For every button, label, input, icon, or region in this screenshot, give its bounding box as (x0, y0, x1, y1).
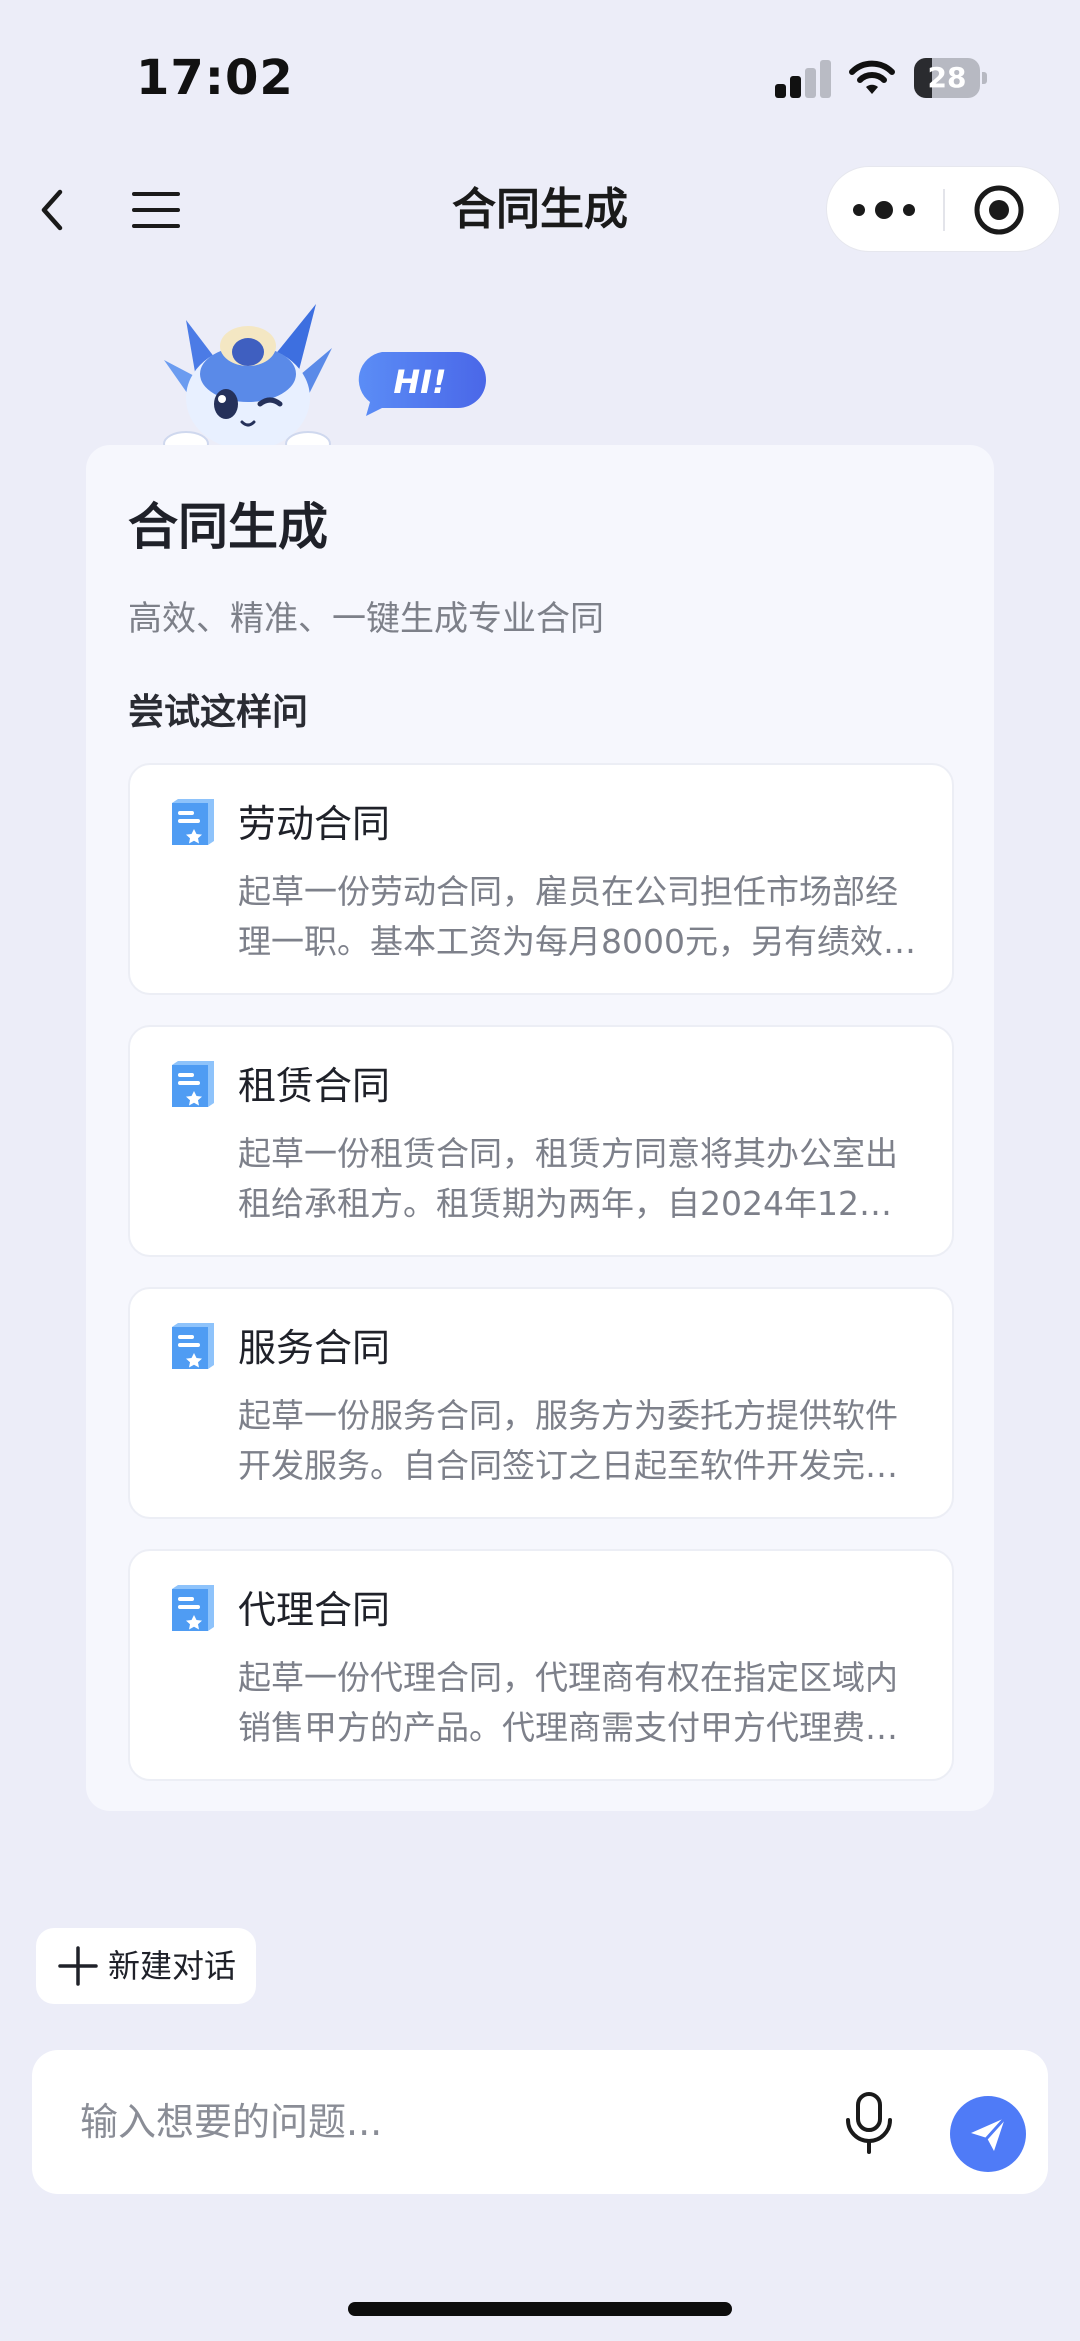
suggestion-description: 起草一份租赁合同，租赁方同意将其办公室出 租给承租方。租赁期为两年，自2024年… (238, 1134, 918, 1223)
battery-icon: 28 (914, 58, 987, 98)
chat-input-bar (32, 2050, 1048, 2194)
suggestion-item-agency-contract[interactable]: 代理合同 起草一份代理合同，代理商有权在指定区域内 销售甲方的产品。代理商需支付… (128, 1549, 954, 1781)
mascot-image (163, 304, 332, 457)
mini-program-capsule (826, 166, 1060, 252)
question-input[interactable] (80, 2086, 820, 2158)
suggestion-title: 劳动合同 (238, 802, 391, 846)
document-icon (172, 1323, 214, 1369)
suggestion-description: 起草一份劳动合同，雇员在公司担任市场部经 理一职。基本工资为每月8000元，另有… (238, 872, 918, 961)
greeting-text: HI! (393, 363, 446, 401)
document-icon (172, 799, 214, 845)
microphone-icon[interactable] (838, 2090, 900, 2156)
more-icon[interactable] (845, 180, 923, 240)
card-title: 合同生成 (128, 498, 328, 556)
home-indicator (348, 2302, 732, 2316)
card-subtitle: 高效、精准、一键生成专业合同 (128, 599, 604, 639)
suggestions-heading: 尝试这样问 (128, 692, 309, 733)
back-icon[interactable] (24, 180, 84, 240)
suggestion-description: 起草一份服务合同，服务方为委托方提供软件 开发服务。自合同签订之日起至软件开发完… (238, 1396, 918, 1485)
page-title: 合同生成 (452, 184, 628, 235)
intro-card: 合同生成 高效、精准、一键生成专业合同 尝试这样问 劳动合同 起草一份劳动合同，… (86, 445, 994, 1811)
status-bar: 17:02 28 (0, 0, 1080, 160)
signal-icon (775, 60, 833, 98)
suggestion-title: 代理合同 (238, 1588, 391, 1632)
suggestion-item-lease-contract[interactable]: 租赁合同 起草一份租赁合同，租赁方同意将其办公室出 租给承租方。租赁期为两年，自… (128, 1025, 954, 1257)
navigation-bar: 合同生成 (0, 160, 1080, 260)
plus-icon (58, 1946, 98, 1986)
suggestion-title: 租赁合同 (238, 1064, 391, 1108)
new-chat-label: 新建对话 (108, 1947, 237, 1985)
contract-generation-page: 17:02 28 合同生成 HI! 合同生成 高效、精准、一键生成专业合同 尝试… (0, 0, 1080, 2341)
send-button[interactable] (950, 2096, 1026, 2172)
menu-icon[interactable] (126, 180, 186, 240)
wifi-icon (849, 60, 895, 94)
document-icon (172, 1585, 214, 1631)
capsule-divider (943, 189, 945, 231)
document-icon (172, 1061, 214, 1107)
target-icon[interactable] (969, 180, 1029, 240)
status-time: 17:02 (136, 50, 294, 106)
greeting-bubble: HI! (352, 350, 488, 418)
suggestion-item-service-contract[interactable]: 服务合同 起草一份服务合同，服务方为委托方提供软件 开发服务。自合同签订之日起至… (128, 1287, 954, 1519)
suggestion-description: 起草一份代理合同，代理商有权在指定区域内 销售甲方的产品。代理商需支付甲方代理费… (238, 1658, 918, 1747)
battery-level: 28 (927, 61, 967, 94)
suggestion-title: 服务合同 (238, 1326, 391, 1370)
new-chat-button[interactable]: 新建对话 (36, 1928, 256, 2004)
send-icon (971, 2116, 1007, 2151)
suggestion-item-labor-contract[interactable]: 劳动合同 起草一份劳动合同，雇员在公司担任市场部经 理一职。基本工资为每月800… (128, 763, 954, 995)
